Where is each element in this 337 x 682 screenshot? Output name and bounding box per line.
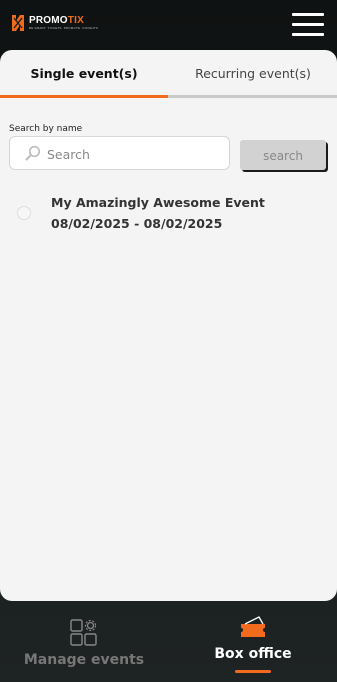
search-field[interactable] <box>9 136 230 170</box>
active-tab-indicator <box>0 95 168 98</box>
hamburger-menu-icon[interactable] <box>292 13 324 36</box>
nav-manage-events[interactable]: Manage events <box>0 601 168 682</box>
nav-box-office[interactable]: Box office <box>169 601 337 682</box>
grid-gear-icon <box>70 619 97 646</box>
tab-single-events[interactable]: Single event(s) <box>0 50 168 96</box>
event-name: My Amazingly Awesome Event <box>51 195 265 210</box>
top-bar: PROMOTIX BE SMART. TICKETS. PROMOTE. INS… <box>0 0 337 50</box>
search-icon <box>25 145 41 161</box>
event-dates: 08/02/2025 - 08/02/2025 <box>51 216 223 231</box>
active-nav-indicator <box>235 670 271 673</box>
bottom-nav: Manage events Box office <box>0 601 337 682</box>
tab-recurring-events[interactable]: Recurring event(s) <box>169 50 337 96</box>
promotix-logo-icon <box>12 15 24 31</box>
search-input[interactable] <box>45 142 225 166</box>
nav-manage-events-label: Manage events <box>23 652 145 668</box>
search-button[interactable]: search <box>240 140 326 170</box>
ticket-icon <box>241 616 265 637</box>
logo-text-main: PROMO <box>29 15 68 26</box>
logo-tagline: BE SMART. TICKETS. PROMOTE. INSIGHTS <box>29 26 99 30</box>
promotix-logo[interactable]: PROMOTIX BE SMART. TICKETS. PROMOTE. INS… <box>11 14 98 32</box>
nav-box-office-label: Box office <box>214 646 292 662</box>
logo-text-accent: TIX <box>67 15 84 26</box>
search-label: Search by name <box>9 124 83 134</box>
tab-divider <box>168 95 337 98</box>
event-type-tabs: Single event(s) Recurring event(s) <box>0 50 337 98</box>
event-select-radio[interactable] <box>17 206 31 220</box>
